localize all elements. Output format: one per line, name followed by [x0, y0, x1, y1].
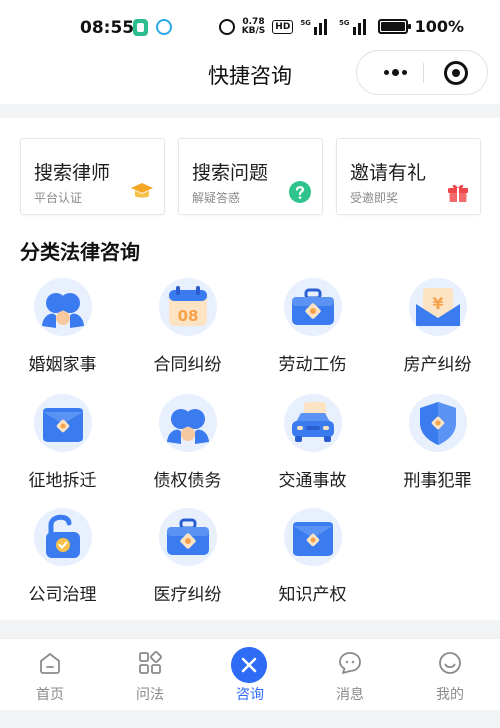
- category-label: 医疗纠纷: [153, 585, 222, 605]
- question-icon: [289, 181, 311, 203]
- category-label: 劳动工伤: [278, 355, 347, 375]
- quick-card-title: 搜索律师: [34, 162, 111, 184]
- tab-label: 首页: [36, 687, 64, 703]
- close-icon: [231, 647, 267, 683]
- money-envelope-icon: ¥: [409, 278, 467, 336]
- graduation-cap-icon: [131, 183, 153, 198]
- category-marriage-family[interactable]: 婚姻家事: [0, 278, 125, 378]
- tab-label: 我的: [436, 687, 464, 703]
- svg-text:¥: ¥: [432, 294, 443, 313]
- signal-icon: 5G: [300, 18, 332, 35]
- tab-ask-law[interactable]: 问法: [100, 639, 200, 711]
- search-lawyer-card[interactable]: 搜索律师 平台认证: [20, 138, 165, 215]
- category-land-demolition[interactable]: 征地拆迁: [0, 394, 125, 494]
- quick-card-title: 搜索问题: [192, 162, 269, 184]
- tab-profile[interactable]: 我的: [400, 639, 500, 711]
- status-time: 08:55: [80, 18, 135, 38]
- category-corporate-governance[interactable]: 公司治理: [0, 508, 125, 608]
- couple-icon: [34, 278, 92, 336]
- wallet-icon: [34, 394, 92, 452]
- gift-icon: [448, 184, 468, 202]
- invite-reward-card[interactable]: 邀请有礼 受邀即奖: [336, 138, 481, 215]
- toolbox-icon: [159, 508, 217, 566]
- category-label: 房产纠纷: [403, 355, 472, 375]
- tab-consult[interactable]: 咨询: [200, 639, 300, 711]
- quick-actions: 搜索律师 平台认证 搜索问题 解疑答惑 邀请有礼 受邀即奖: [20, 138, 481, 215]
- category-label: 刑事犯罪: [403, 471, 472, 491]
- tab-messages[interactable]: 消息: [300, 639, 400, 711]
- tab-label: 问法: [136, 687, 164, 703]
- category-label: 交通事故: [278, 471, 347, 491]
- quick-card-subtitle: 平台认证: [34, 191, 83, 205]
- status-bar: 08:55 0.78 KB/S HD 5G 5G 100%: [0, 0, 500, 56]
- toolbox-icon: [284, 278, 342, 336]
- category-label: 婚姻家事: [28, 355, 97, 375]
- couple-icon: [159, 394, 217, 452]
- category-label: 征地拆迁: [28, 471, 97, 491]
- message-icon: [339, 652, 361, 674]
- category-intellectual-property[interactable]: 知识产权: [250, 508, 375, 608]
- battery-icon: [377, 19, 411, 34]
- nav-bar: 快捷咨询: [0, 50, 500, 104]
- category-label: 合同纠纷: [153, 355, 222, 375]
- close-mini-program-button[interactable]: [444, 61, 468, 85]
- category-contract-dispute[interactable]: 08 合同纠纷: [125, 278, 250, 378]
- section-title: 分类法律咨询: [20, 240, 140, 264]
- category-property-dispute[interactable]: ¥ 房产纠纷: [375, 278, 500, 378]
- category-traffic-accident[interactable]: 交通事故: [250, 394, 375, 494]
- app-notification-icon: [133, 19, 148, 36]
- main-content: 搜索律师 平台认证 搜索问题 解疑答惑 邀请有礼 受邀即奖 分类法律咨询 婚姻家…: [0, 118, 500, 620]
- quick-card-subtitle: 解疑答惑: [192, 191, 241, 205]
- car-icon: [284, 394, 342, 452]
- bottom-tab-bar: 首页 问法 咨询 消息 我的: [0, 638, 500, 710]
- category-labor-injury[interactable]: 劳动工伤: [250, 278, 375, 378]
- calendar-icon: 08: [159, 278, 217, 336]
- chat-notification-icon: [156, 19, 172, 35]
- category-label: 公司治理: [28, 585, 97, 605]
- wallet-icon: [284, 508, 342, 566]
- search-question-card[interactable]: 搜索问题 解疑答惑: [178, 138, 323, 215]
- grid-icon: [139, 651, 162, 674]
- quick-card-subtitle: 受邀即奖: [350, 191, 399, 205]
- category-medical-dispute[interactable]: 医疗纠纷: [125, 508, 250, 608]
- tab-home[interactable]: 首页: [0, 639, 100, 711]
- more-menu-button[interactable]: [375, 51, 415, 94]
- svg-text:08: 08: [178, 307, 199, 325]
- category-label: 知识产权: [278, 585, 347, 605]
- unlocked-padlock-icon: [34, 508, 92, 566]
- alarm-icon: [218, 18, 235, 35]
- smile-icon: [439, 652, 461, 674]
- signal-icon-2: 5G: [339, 18, 371, 35]
- category-label: 债权债务: [153, 471, 222, 491]
- network-speed: 0.78 KB/S: [241, 16, 266, 36]
- battery-percent: 100%: [414, 17, 464, 36]
- mini-program-capsule: [356, 50, 488, 95]
- hd-badge: HD: [272, 19, 294, 34]
- shield-icon: [409, 394, 467, 452]
- home-icon: [40, 653, 60, 674]
- category-criminal[interactable]: 刑事犯罪: [375, 394, 500, 494]
- quick-card-title: 邀请有礼: [350, 162, 427, 184]
- tab-label: 消息: [336, 687, 364, 703]
- tab-label: 咨询: [236, 687, 264, 703]
- category-debt[interactable]: 债权债务: [125, 394, 250, 494]
